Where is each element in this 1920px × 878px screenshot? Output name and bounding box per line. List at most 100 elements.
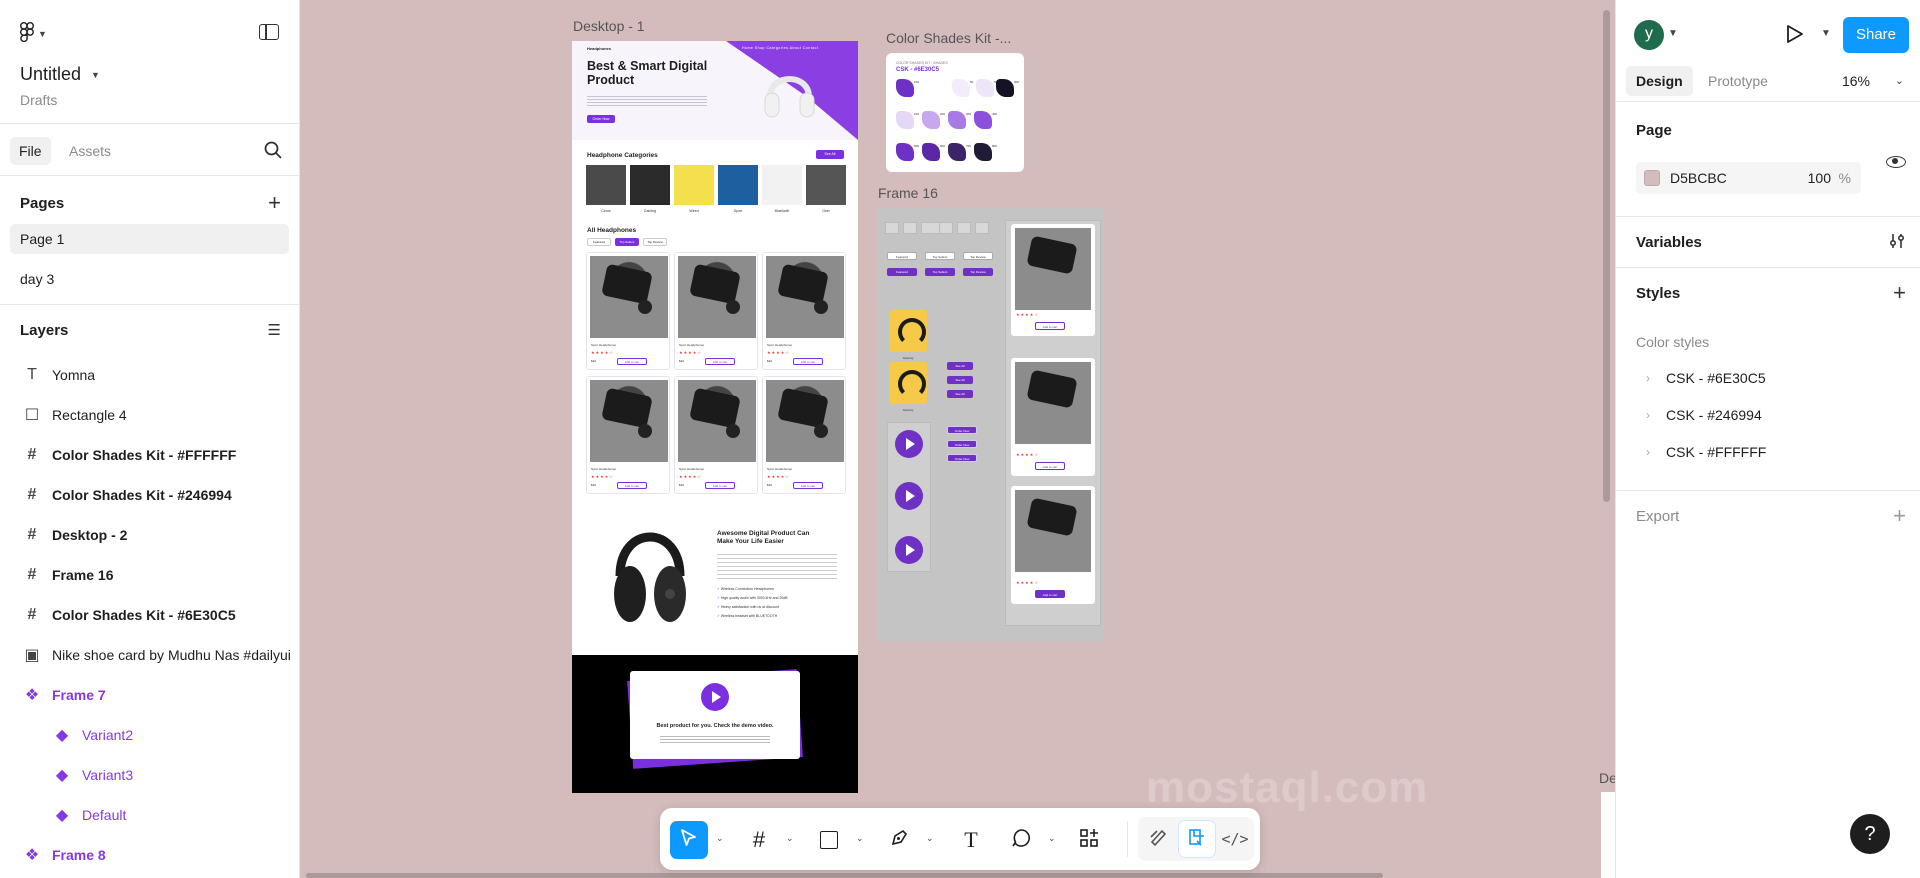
eye-icon[interactable]	[1886, 156, 1906, 168]
layer-item[interactable]: # Color Shades Kit - #FFFFFF	[0, 435, 299, 475]
background-hex[interactable]: D5BCBC	[1670, 162, 1727, 194]
layer-item[interactable]: # Color Shades Kit - #246994	[0, 475, 299, 515]
order-now-button: Order Now	[947, 440, 977, 448]
frame-16[interactable]: Featured Featured Top Sellers Top Sellers To…	[877, 208, 1104, 642]
category-image	[806, 165, 846, 205]
opacity-unit: %	[1838, 170, 1851, 186]
layer-item[interactable]: ◆ Variant2	[0, 715, 299, 755]
color-shades-kit-frame[interactable]: COLOR SHADES KIT · SHADES CSK - #6E30C5 …	[886, 53, 1024, 172]
layer-item[interactable]: # Desktop - 2	[0, 515, 299, 555]
pen-tool[interactable]	[880, 821, 918, 859]
product-card: Sport Headphones ★★★★☆ $40 Add to cart	[586, 252, 670, 370]
frame-label-partial[interactable]: De	[1599, 770, 1615, 786]
placeholder-box	[885, 222, 899, 234]
main-menu-button[interactable]: ▼	[19, 21, 47, 46]
file-name[interactable]: Untitled ▼	[20, 64, 100, 85]
layer-item[interactable]: ❖ Frame 7	[0, 675, 299, 715]
background-opacity[interactable]: 100	[1808, 162, 1831, 194]
checklist-text: Wireless headset with BLUETOOTH	[720, 614, 778, 618]
help-button[interactable]: ?	[1850, 814, 1890, 854]
text-tool[interactable]: T	[952, 821, 990, 859]
page-item[interactable]: Page 1	[10, 224, 289, 254]
frame-label-kit[interactable]: Color Shades Kit -...	[886, 30, 1011, 46]
tab-assets[interactable]: Assets	[60, 137, 120, 165]
chevron-down-icon[interactable]: ▼	[1821, 28, 1831, 39]
tab-design[interactable]: Design	[1626, 66, 1693, 96]
chevron-down-icon[interactable]: ⌄	[856, 833, 864, 844]
vertical-scrollbar[interactable]	[1603, 10, 1610, 502]
page-background-fill[interactable]: D5BCBC 100 %	[1636, 162, 1861, 194]
product-rating: ★★★★☆	[591, 350, 614, 355]
layer-item[interactable]: ◆ Variant3	[0, 755, 299, 795]
layer-item[interactable]: ▣ Nike shoe card by Mudhu Nas #dailyui	[0, 635, 299, 675]
chevron-down-icon[interactable]: ⌄	[716, 833, 724, 844]
add-to-cart-button: Add to cart	[617, 358, 647, 365]
pages-heading: Pages	[20, 194, 65, 212]
color-style-label: CSK - #246994	[1666, 407, 1762, 423]
horizontal-scrollbar[interactable]	[306, 873, 1383, 878]
color-style-item[interactable]: › CSK - #246994	[1616, 397, 1920, 434]
variables-settings-icon[interactable]	[1888, 232, 1906, 254]
chevron-right-icon[interactable]: ›	[1646, 434, 1666, 471]
color-style-item[interactable]: › CSK - #FFFFFF	[1616, 434, 1920, 471]
chevron-down-icon[interactable]: ⌄	[1048, 833, 1056, 844]
chevron-down-icon[interactable]: ⌄	[786, 833, 794, 844]
checklist-text: Wireless Connection Headphones	[720, 587, 774, 591]
layer-item[interactable]: # Color Shades Kit - #6E30C5	[0, 595, 299, 635]
move-tool[interactable]	[670, 821, 708, 859]
chevron-down-icon[interactable]: ⌄	[1895, 66, 1904, 96]
shade-label: 600	[940, 144, 946, 148]
chevron-down-icon[interactable]: ⌄	[926, 833, 934, 844]
file-title-text: Untitled	[20, 64, 82, 84]
add-style-icon[interactable]: +	[1893, 280, 1906, 306]
product-rating: ★★★★☆	[1016, 452, 1039, 457]
chevron-down-icon[interactable]: ▼	[1668, 28, 1678, 39]
frame-label-frame16[interactable]: Frame 16	[878, 185, 938, 201]
shape-tool[interactable]	[810, 821, 848, 859]
add-export-icon[interactable]: +	[1893, 503, 1906, 529]
shade-swatch	[952, 79, 970, 97]
component-icon: ◆	[55, 767, 69, 784]
chevron-right-icon[interactable]: ›	[1646, 360, 1666, 397]
mode-switcher: </>	[1138, 817, 1254, 861]
dev-mode[interactable]: </>	[1216, 820, 1254, 858]
chevron-right-icon[interactable]: ›	[1646, 397, 1666, 434]
pages-header: Pages +	[0, 182, 299, 224]
share-button[interactable]: Share	[1843, 17, 1909, 53]
color-swatch[interactable]	[1644, 170, 1660, 186]
draw-mode[interactable]	[1140, 820, 1178, 858]
file-location[interactable]: Drafts	[20, 92, 57, 108]
frame-tool[interactable]: #	[740, 821, 778, 859]
layer-label: Frame 16	[52, 567, 114, 583]
color-style-item[interactable]: › CSK - #6E30C5	[1616, 360, 1920, 397]
layer-item[interactable]: # Frame 16	[0, 555, 299, 595]
layer-item[interactable]: ☐ Rectangle 4	[0, 395, 299, 435]
tab-file[interactable]: File	[10, 137, 51, 165]
partial-frame[interactable]	[1601, 792, 1615, 878]
design-mode[interactable]	[1178, 820, 1216, 858]
layer-list-options-icon[interactable]: ☰	[268, 321, 281, 339]
actions-tool[interactable]	[1070, 821, 1108, 859]
layer-item[interactable]: ❖ Frame 8	[0, 835, 299, 875]
category-image	[674, 165, 714, 205]
shade-label: 50	[970, 80, 974, 84]
search-icon[interactable]	[263, 140, 283, 160]
layer-item[interactable]: ◆ Default	[0, 795, 299, 835]
frame-label-desktop[interactable]: Desktop - 1	[573, 18, 645, 34]
toggle-sidebar-icon[interactable]	[259, 24, 279, 40]
page-item[interactable]: day 3	[10, 264, 289, 294]
canvas[interactable]: Desktop - 1 Color Shades Kit -... Frame …	[301, 0, 1615, 878]
product-photo	[766, 380, 844, 462]
comment-tool[interactable]	[1002, 821, 1040, 859]
add-to-cart-button: Add to cart	[793, 358, 823, 365]
layer-item[interactable]: T Yomna	[0, 355, 299, 395]
add-page-icon[interactable]: +	[268, 192, 281, 214]
zoom-level[interactable]: 16%	[1842, 66, 1870, 96]
frame-icon: #	[752, 827, 766, 852]
product-card: Sport Headphones ★★★★☆ $40 Add to cart	[762, 376, 846, 494]
tab-prototype[interactable]: Prototype	[1698, 66, 1778, 96]
desktop-frame[interactable]: Headphones Home Shop Categories About Co…	[572, 41, 858, 793]
avatar[interactable]: y	[1634, 20, 1664, 50]
component-icon: ◆	[55, 727, 69, 744]
present-play-icon[interactable]	[1786, 24, 1804, 48]
